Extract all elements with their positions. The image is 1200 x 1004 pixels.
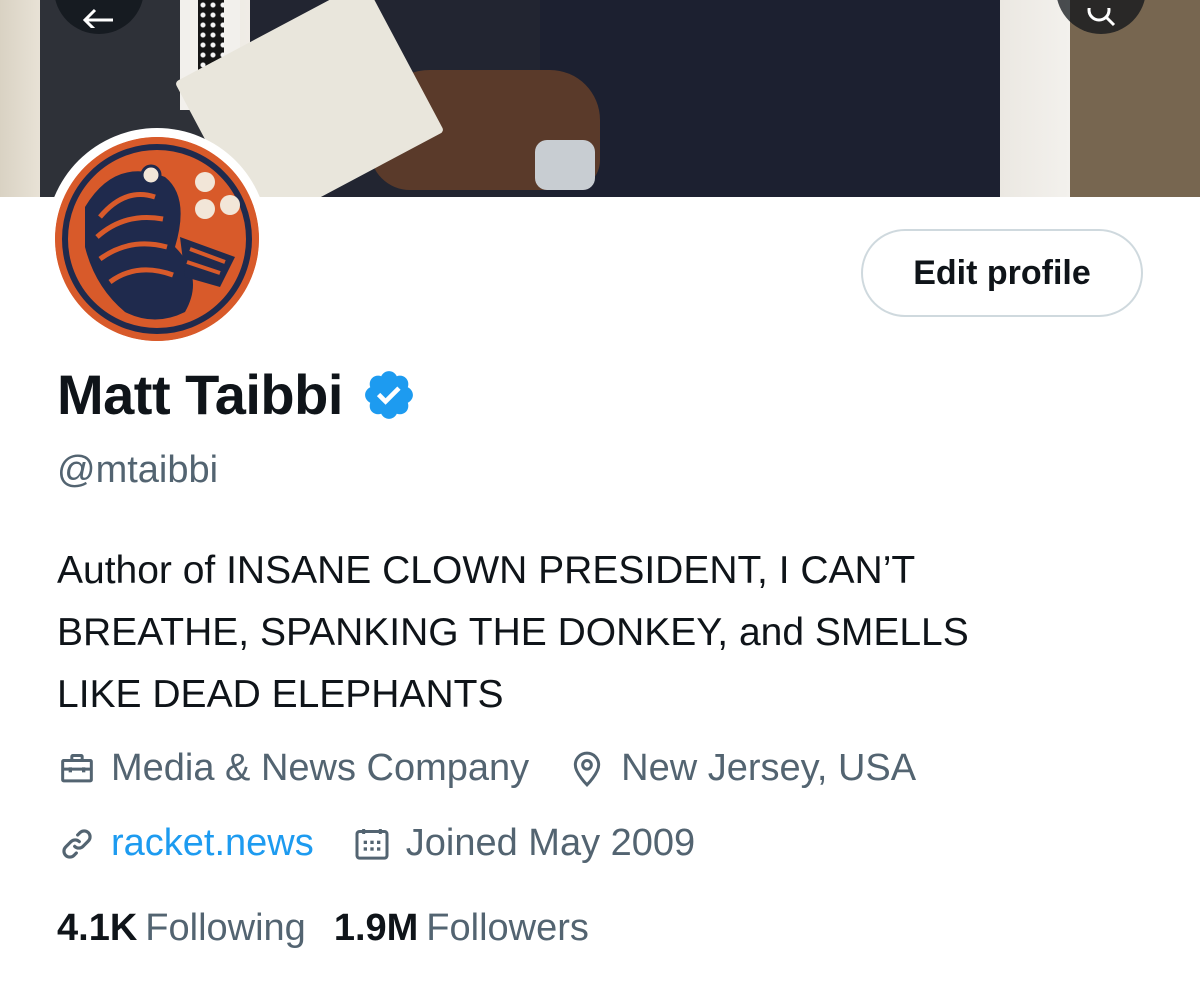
profile-bio: Author of INSANE CLOWN PRESIDENT, I CAN’… [57, 540, 1157, 726]
profile-website[interactable]: racket.news [57, 822, 314, 865]
profile-handle: @mtaibbi [57, 449, 219, 491]
briefcase-icon [61, 753, 93, 782]
profile-meta-row: Media & News Company New Jersey, USA [57, 747, 954, 790]
following-label: Following [145, 907, 306, 949]
avatar[interactable] [46, 128, 268, 350]
location-text: New Jersey, USA [621, 747, 917, 789]
bio-line: Author of INSANE CLOWN PRESIDENT, I CAN’… [57, 549, 916, 592]
followers-count: 1.9M [333, 907, 419, 949]
website-link[interactable]: racket.news [111, 822, 314, 865]
joined-text: Joined May 2009 [405, 822, 696, 864]
display-name: Matt Taibbi [57, 363, 343, 426]
bio-line: BREATHE, SPANKING THE DONKEY, and SMELLS [57, 611, 969, 654]
search-icon [1087, 8, 1116, 27]
profile-location: New Jersey, USA [567, 747, 916, 790]
fish-emblem-avatar [55, 137, 259, 341]
profile-stats: 4.1K Following 1.9M Followers [57, 907, 617, 950]
profile-category: Media & News Company [57, 747, 529, 790]
edit-profile-button[interactable]: Edit profile [861, 229, 1143, 317]
calendar-icon [355, 828, 389, 860]
profile-joined: Joined May 2009 [352, 822, 695, 865]
category-text: Media & News Company [111, 747, 530, 789]
profile-name-row: Matt Taibbi [57, 362, 417, 427]
following-count: 4.1K [57, 907, 138, 949]
verified-badge-icon[interactable] [361, 367, 417, 423]
following-stat[interactable]: 4.1K Following [57, 907, 306, 950]
followers-stat[interactable]: 1.9M Followers [334, 907, 589, 950]
link-icon [62, 828, 92, 859]
bio-line: LIKE DEAD ELEPHANTS [57, 673, 504, 716]
followers-label: Followers [426, 907, 589, 949]
arrow-left-icon [82, 8, 113, 28]
location-pin-icon [574, 751, 601, 787]
profile-meta-row: racket.news Joined May 2009 [57, 822, 733, 865]
